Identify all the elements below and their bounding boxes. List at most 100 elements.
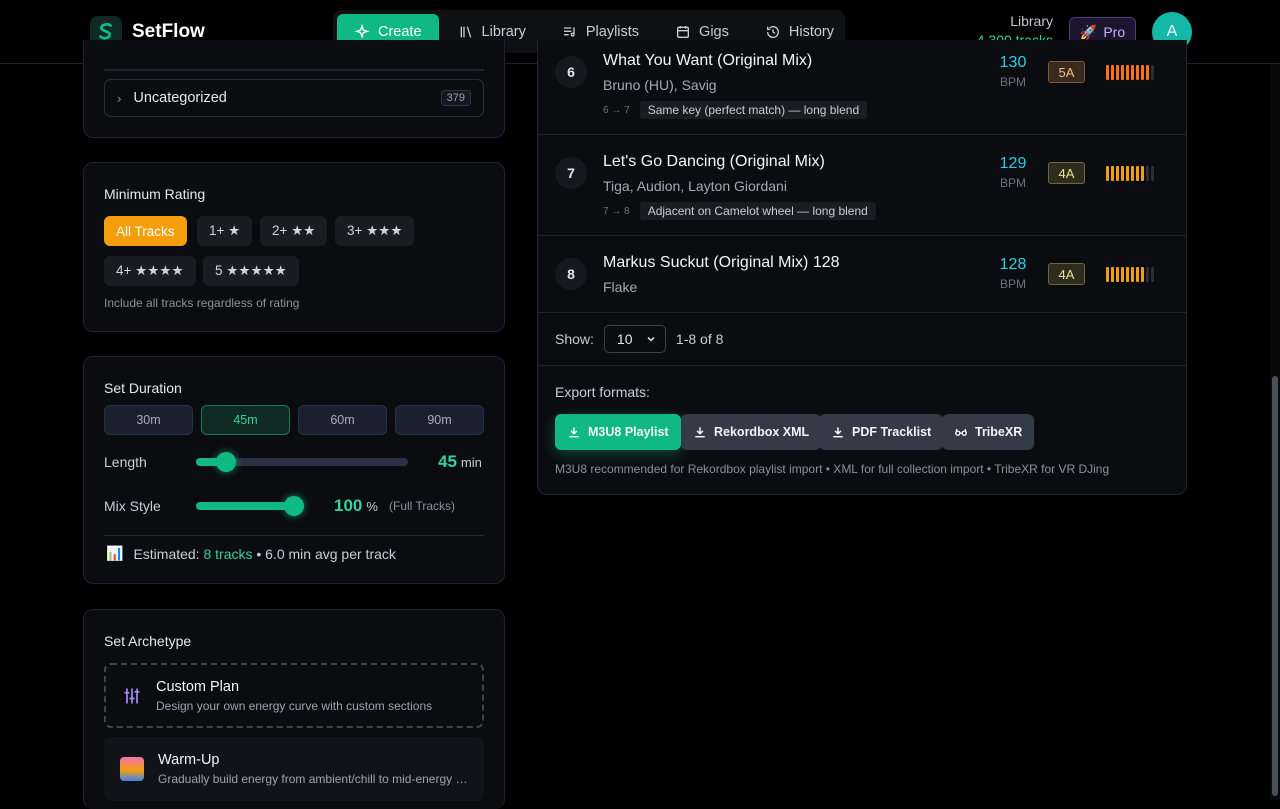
mix-style-slider-handle[interactable] <box>284 496 304 516</box>
calendar-icon <box>677 25 690 38</box>
rating-1plus[interactable]: 1+ ★ <box>197 216 253 246</box>
export-tribexr-button[interactable]: TribeXR <box>942 414 1035 450</box>
archetype-item-desc: Design your own energy curve with custom… <box>156 698 433 713</box>
track-number: 6 <box>555 56 587 88</box>
sunrise-icon <box>120 757 144 781</box>
estimate-suffix: • 6.0 min avg per track <box>256 545 396 562</box>
export-button-label: PDF Tracklist <box>852 425 932 439</box>
track-title: Markus Suckut (Original Mix) 128 <box>603 254 840 271</box>
rating-4plus[interactable]: 4+ ★★★★ <box>104 256 196 286</box>
duration-30m[interactable]: 30m <box>104 405 193 435</box>
mix-style-slider[interactable] <box>196 496 304 516</box>
track-row[interactable]: 6 What You Want (Original Mix) Bruno (HU… <box>538 40 1186 135</box>
track-energy-meter <box>1106 267 1154 282</box>
nav-create-label: Create <box>378 23 422 40</box>
rating-2plus[interactable]: 2+ ★★ <box>260 216 328 246</box>
rating-title: Minimum Rating <box>104 186 206 202</box>
chevron-down-icon <box>647 336 655 342</box>
energy-segment <box>1121 166 1124 181</box>
rating-5[interactable]: 5 ★★★★★ <box>203 256 299 286</box>
track-key-badge: 4A <box>1048 162 1085 184</box>
page-scrollbar[interactable] <box>1270 64 1280 800</box>
archetype-item-desc: Gradually build energy from ambient/chil… <box>158 772 468 786</box>
export-button-label: Rekordbox XML <box>714 425 810 439</box>
transition-info: 6 → 7 Same key (perfect match) — long bl… <box>603 101 868 119</box>
estimate-tracks: 8 tracks <box>203 545 253 562</box>
transition-label: 7 → 8 <box>603 205 630 217</box>
length-slider-handle[interactable] <box>215 452 236 472</box>
rating-all[interactable]: All Tracks <box>104 216 187 246</box>
estimate-summary: 📊 Estimated: 8 tracks • 6.0 min avg per … <box>106 545 396 562</box>
energy-segment <box>1136 166 1139 181</box>
vr-glasses-icon <box>955 428 967 436</box>
show-label: Show: <box>555 331 594 347</box>
library-label: Library <box>1010 13 1053 29</box>
chart-icon: 📊 <box>106 545 124 561</box>
transition-info: 7 → 8 Adjacent on Camelot wheel — long b… <box>603 202 876 220</box>
track-row[interactable]: 7 Let's Go Dancing (Original Mix) Tiga, … <box>538 135 1186 236</box>
energy-segment <box>1126 267 1129 282</box>
track-title: What You Want (Original Mix) <box>603 52 813 69</box>
archetype-warm-up[interactable]: Warm-Up Gradually build energy from ambi… <box>104 737 484 801</box>
energy-segment <box>1116 166 1119 181</box>
track-artist: Flake <box>603 279 638 295</box>
export-rekordbox-button[interactable]: Rekordbox XML <box>681 414 822 450</box>
track-key-badge: 4A <box>1048 263 1085 285</box>
energy-segment <box>1136 267 1139 282</box>
page-range: 1-8 of 8 <box>675 331 724 347</box>
track-row[interactable]: 8 Markus Suckut (Original Mix) 128 Flake… <box>538 236 1186 313</box>
track-artist: Tiga, Audion, Layton Giordani <box>603 178 787 194</box>
export-button-label: M3U8 Playlist <box>588 425 669 439</box>
duration-90m[interactable]: 90m <box>395 405 484 435</box>
category-label: Uncategorized <box>133 90 227 106</box>
archetype-item-title: Warm-Up <box>158 752 220 768</box>
energy-segment <box>1111 65 1114 80</box>
duration-60m[interactable]: 60m <box>298 405 387 435</box>
energy-segment <box>1151 267 1154 282</box>
download-icon <box>833 427 843 438</box>
energy-segment <box>1131 166 1134 181</box>
energy-segment <box>1126 166 1129 181</box>
sparkles-icon <box>354 23 370 39</box>
nav-gigs-label: Gigs <box>699 23 729 40</box>
transition-label: 6 → 7 <box>603 104 630 116</box>
energy-segment <box>1131 65 1134 80</box>
track-bpm: 130 BPM <box>999 54 1027 89</box>
transition-note: Adjacent on Camelot wheel — long blend <box>639 202 876 220</box>
scrollbar-thumb[interactable] <box>1272 376 1278 796</box>
mix-style-slider-fill <box>196 502 294 510</box>
history-icon <box>766 25 779 38</box>
energy-segment <box>1146 65 1149 80</box>
rating-3plus[interactable]: 3+ ★★★ <box>335 216 415 246</box>
playlist-icon <box>563 26 575 37</box>
track-bpm: 128 BPM <box>999 256 1027 291</box>
energy-segment <box>1106 166 1109 181</box>
category-uncategorized[interactable]: › Uncategorized 379 <box>104 79 484 117</box>
length-slider[interactable] <box>196 452 408 472</box>
mix-style-label: Mix Style <box>104 498 161 514</box>
duration-title: Set Duration <box>104 380 182 396</box>
energy-segment <box>1106 267 1109 282</box>
duration-45m[interactable]: 45m <box>201 405 290 435</box>
export-pdf-button[interactable]: PDF Tracklist <box>819 414 944 450</box>
mix-style-value: 100% <box>334 496 378 515</box>
energy-segment <box>1116 267 1119 282</box>
page-size-select[interactable]: 10 <box>603 325 666 353</box>
nav-history-label: History <box>788 23 834 40</box>
page-size-value: 10 <box>616 331 633 347</box>
archetype-title: Set Archetype <box>104 633 192 649</box>
category-divider <box>104 69 484 71</box>
energy-segment <box>1121 267 1124 282</box>
energy-segment <box>1111 166 1114 181</box>
nav-library-label: Library <box>481 23 526 40</box>
track-bpm: 129 BPM <box>999 155 1027 190</box>
nav-playlists-label: Playlists <box>585 23 640 40</box>
energy-segment <box>1136 65 1139 80</box>
archetype-custom-plan[interactable]: Custom Plan Design your own energy curve… <box>104 663 484 728</box>
library-icon <box>460 25 471 38</box>
export-divider <box>538 365 1186 366</box>
export-m3u8-button[interactable]: M3U8 Playlist <box>555 414 681 450</box>
track-energy-meter <box>1106 166 1154 181</box>
pro-label: Pro <box>1103 24 1126 40</box>
track-number: 7 <box>555 157 587 189</box>
